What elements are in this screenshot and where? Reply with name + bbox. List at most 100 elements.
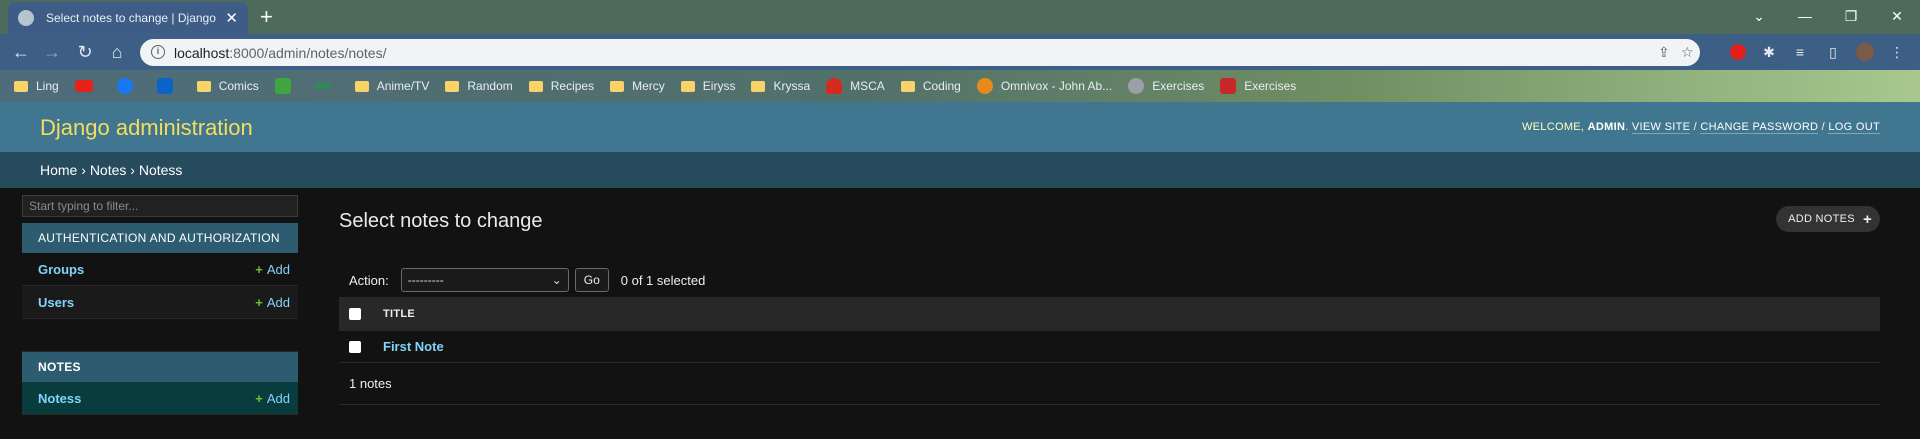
user-tools: WELCOME, ADMIN. VIEW SITE / CHANGE PASSW… (1522, 121, 1880, 134)
youtube-icon (74, 80, 93, 92)
nav-filter-input[interactable]: Start typing to filter... (22, 195, 298, 217)
url-host: localhost (174, 44, 230, 61)
breadcrumb-notes-app[interactable]: Notes (90, 162, 127, 178)
restore-button[interactable]: ❐ (1828, 0, 1874, 32)
user-tools-separator: / (1690, 121, 1701, 133)
breadcrumb-home[interactable]: Home (40, 162, 77, 178)
tab-search-icon[interactable]: ⌄ (1736, 0, 1782, 32)
groups-add-link[interactable]: + Add (255, 262, 290, 277)
bookmark-random[interactable]: Random (445, 79, 513, 93)
action-selected-value: --------- (407, 273, 444, 287)
user-tools-separator: / (1818, 121, 1829, 133)
home-icon[interactable]: ⌂ (105, 40, 129, 64)
action-label: Action: (349, 272, 389, 288)
folder-icon (196, 80, 211, 92)
globe-icon (1128, 78, 1145, 94)
column-header-title[interactable]: TITLE (383, 308, 415, 320)
go-button[interactable]: Go (574, 268, 609, 292)
outlook-icon (156, 78, 173, 94)
bookmark-exercises-2[interactable]: Exercises (1220, 78, 1296, 94)
url-path: :8000/admin/notes/notes/ (229, 44, 387, 61)
omnivox-icon (976, 78, 993, 94)
groups-link[interactable]: Groups (38, 262, 84, 277)
add-plus-icon: + (255, 261, 263, 277)
browser-menu-icon[interactable]: ⋮ (1888, 43, 1906, 61)
folder-icon (14, 80, 28, 92)
folder-icon (354, 80, 369, 92)
bookmark-ling[interactable]: Ling (14, 79, 59, 93)
breadcrumb-separator: › (77, 162, 90, 178)
folder-icon (610, 80, 625, 92)
side-panel-icon[interactable]: ▯ (1824, 43, 1842, 61)
bookmark-star-icon[interactable]: ☆ (1681, 44, 1694, 61)
tab-strip: Select notes to change | Django ✕ + ⌄ — … (0, 0, 1920, 34)
breadcrumb-separator: › (126, 162, 139, 178)
sidebar-item-users: Users + Add (22, 286, 298, 319)
address-bar[interactable]: i localhost:8000/admin/notes/notes/ ⇪ ☆ (140, 39, 1700, 66)
table-header: TITLE (339, 297, 1880, 331)
paginator: 1 notes (339, 363, 1880, 405)
welcome-period: . (1625, 121, 1632, 133)
back-icon[interactable]: ← (9, 40, 33, 64)
module-notes: NOTES Notess + Add (22, 352, 298, 415)
facebook-icon (116, 78, 133, 94)
close-window-button[interactable]: ✕ (1874, 0, 1920, 32)
bookmark-recipes[interactable]: Recipes (528, 79, 594, 93)
id-icon (274, 78, 291, 94)
row-link-first-note[interactable]: First Note (383, 339, 444, 354)
profile-avatar[interactable] (1856, 43, 1874, 61)
site-info-icon[interactable]: i (151, 45, 165, 59)
share-icon[interactable]: ⇪ (1658, 44, 1670, 61)
select-all-checkbox[interactable] (349, 308, 361, 320)
extensions-puzzle-icon[interactable]: ✱ (1760, 43, 1778, 61)
bookmark-dragonfly[interactable] (314, 83, 339, 89)
bookmark-comics[interactable]: Comics (196, 79, 259, 93)
dragonfly-icon (314, 83, 331, 89)
tab-close-icon[interactable]: ✕ (225, 9, 238, 27)
folder-icon (528, 80, 543, 92)
tab-title: Select notes to change | Django (46, 11, 216, 25)
notess-link[interactable]: Notess (38, 391, 81, 406)
actions-bar: Action: --------- ⌄ Go 0 of 1 selected (339, 265, 1880, 295)
bookmark-coding[interactable]: Coding (900, 79, 961, 93)
media-queue-icon[interactable]: ≡ (1791, 43, 1809, 61)
row-checkbox[interactable] (349, 340, 361, 353)
action-select[interactable]: --------- ⌄ (400, 268, 569, 292)
bookmark-facebook[interactable] (116, 78, 141, 94)
folder-icon (900, 80, 915, 92)
bookmark-mercy[interactable]: Mercy (610, 79, 665, 93)
bookmark-kryssa[interactable]: Kryssa (751, 79, 810, 93)
adblock-extension-icon[interactable] (1729, 43, 1747, 61)
change-password-link[interactable]: CHANGE PASSWORD (1700, 121, 1819, 134)
log-out-link[interactable]: LOG OUT (1828, 121, 1880, 134)
notess-add-link[interactable]: + Add (255, 391, 290, 406)
add-notes-label: ADD NOTES (1788, 213, 1855, 225)
forward-icon[interactable]: → (40, 40, 64, 64)
view-site-link[interactable]: VIEW SITE (1631, 121, 1691, 134)
module-auth: AUTHENTICATION AND AUTHORIZATION Groups … (22, 223, 298, 352)
browser-tab[interactable]: Select notes to change | Django ✕ (8, 2, 248, 34)
bookmark-youtube[interactable] (74, 80, 101, 92)
username: ADMIN (1587, 121, 1626, 133)
add-notes-button[interactable]: ADD NOTES + (1776, 206, 1880, 232)
page-title: Select notes to change (339, 210, 543, 232)
new-tab-button[interactable]: + (260, 4, 273, 30)
users-link[interactable]: Users (38, 295, 74, 310)
site-branding[interactable]: Django administration (40, 115, 253, 141)
browser-chrome: Select notes to change | Django ✕ + ⌄ — … (0, 0, 1920, 102)
bookmark-outlook[interactable] (156, 78, 181, 94)
bookmark-exercises-1[interactable]: Exercises (1128, 78, 1204, 94)
browser-toolbar: ← → ↻ ⌂ i localhost:8000/admin/notes/not… (0, 34, 1920, 70)
bookmark-omnivox[interactable]: Omnivox - John Ab... (976, 78, 1112, 94)
module-caption-auth[interactable]: AUTHENTICATION AND AUTHORIZATION (22, 223, 298, 253)
selection-counter: 0 of 1 selected (620, 272, 706, 288)
bookmark-eiryss[interactable]: Eiryss (680, 79, 735, 93)
users-add-link[interactable]: + Add (255, 295, 290, 310)
reload-icon[interactable]: ↻ (73, 40, 97, 64)
bookmark-msca[interactable]: MSCA (826, 78, 885, 94)
result-list: TITLE First Note 1 notes (339, 297, 1880, 405)
minimize-button[interactable]: — (1782, 0, 1828, 32)
bookmark-id[interactable] (274, 78, 299, 94)
bookmark-anime-tv[interactable]: Anime/TV (354, 79, 429, 93)
module-caption-notes[interactable]: NOTES (22, 352, 298, 382)
